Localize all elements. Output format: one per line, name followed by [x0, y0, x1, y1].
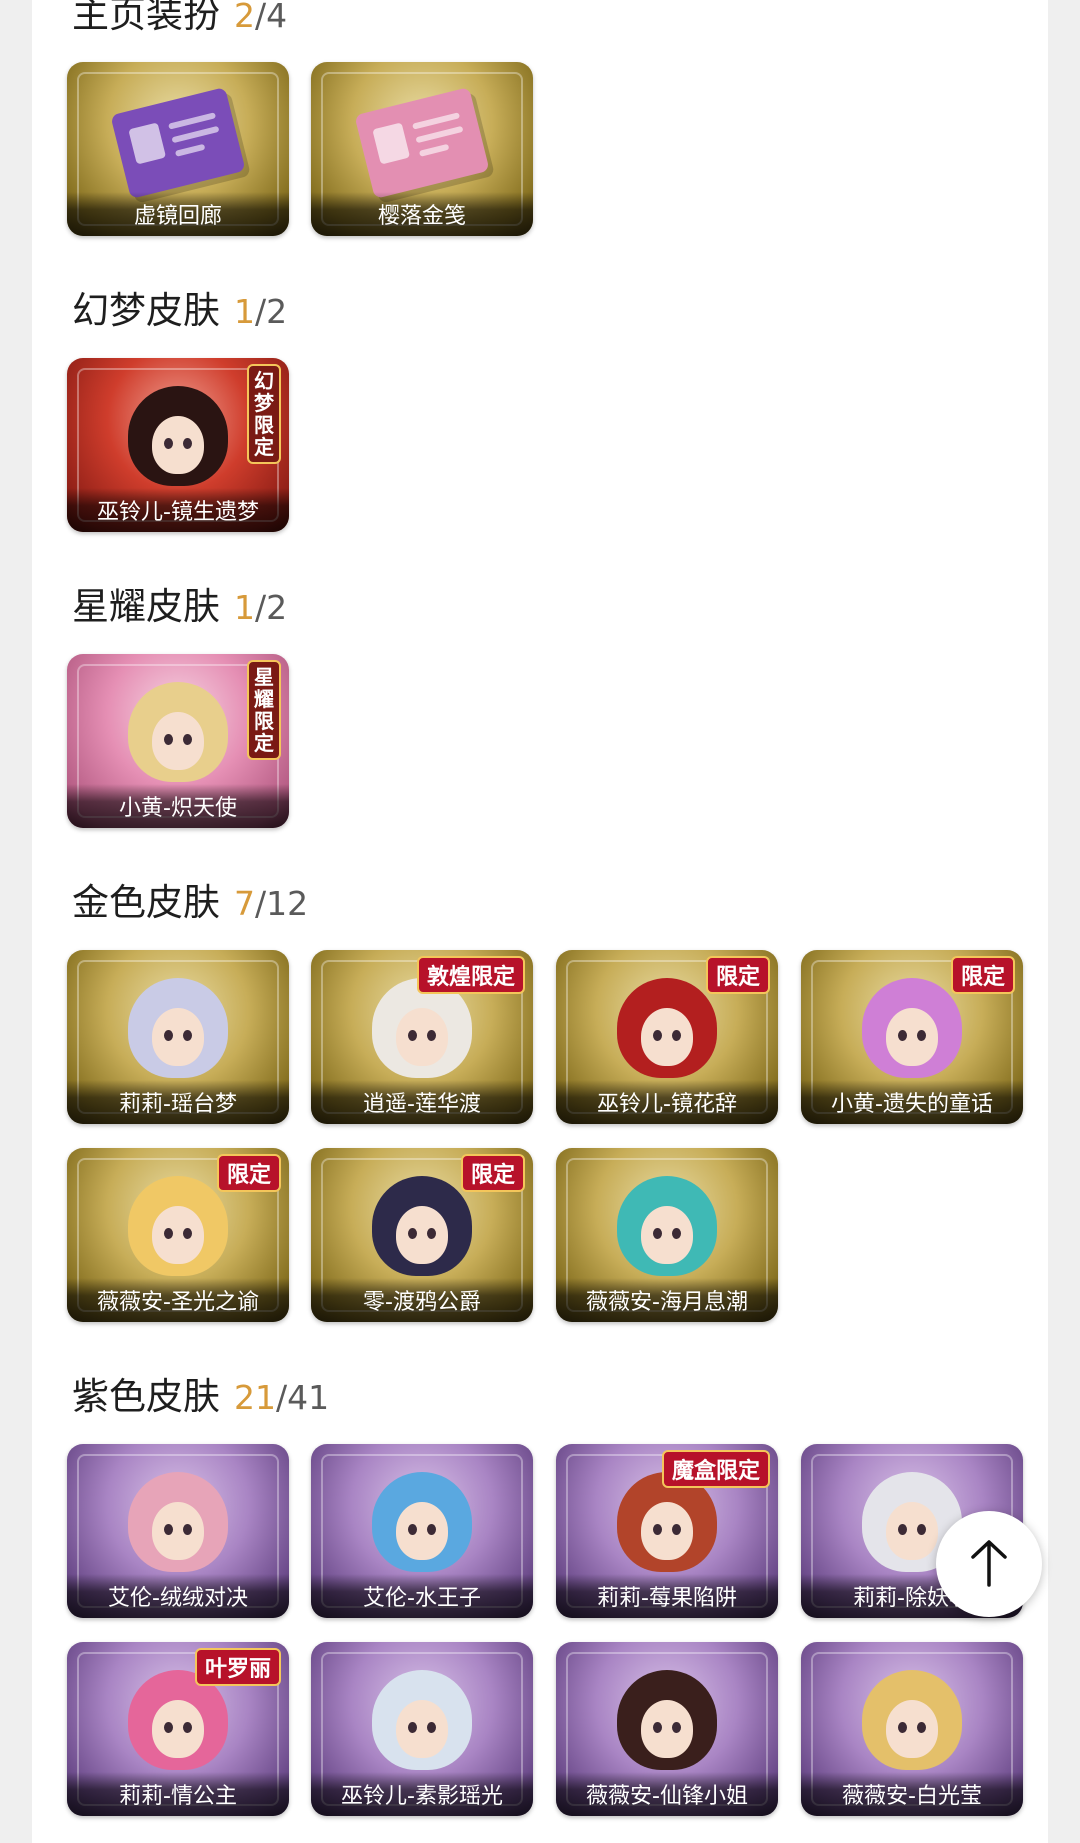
- section-title: 金色皮肤 7/12: [72, 880, 308, 926]
- count-separator: /: [276, 1378, 288, 1417]
- back-to-top-button[interactable]: [936, 1511, 1042, 1617]
- skin-name-label: 莉莉-莓果陷阱: [556, 1574, 778, 1618]
- section-title-text: 星耀皮肤: [72, 585, 220, 628]
- section-title: 紫色皮肤 21/41: [72, 1374, 329, 1420]
- count-separator: /: [255, 292, 267, 331]
- skin-name-label: 薇薇安-圣光之谕: [67, 1278, 289, 1322]
- skin-card[interactable]: 星耀限定小黄-炽天使: [67, 654, 289, 828]
- owned-count: 1: [234, 292, 255, 331]
- count-separator: /: [255, 588, 267, 627]
- limited-badge: 限定: [705, 956, 770, 994]
- count-separator: /: [255, 0, 267, 35]
- skin-name-label: 薇薇安-海月息潮: [556, 1278, 778, 1322]
- skin-name-label: 艾伦-绒绒对决: [67, 1574, 289, 1618]
- count-separator: /: [255, 884, 267, 923]
- skin-name-label: 巫铃儿-镜生遗梦: [67, 488, 289, 532]
- skin-card[interactable]: 魔盒限定莉莉-莓果陷阱: [556, 1444, 778, 1618]
- character-portrait: [862, 1670, 962, 1780]
- limited-badge: 魔盒限定: [661, 1450, 770, 1488]
- skin-name-label: 巫铃儿-镜花辞: [556, 1080, 778, 1124]
- skin-name-label: 小黄-炽天使: [67, 784, 289, 828]
- character-portrait: [128, 386, 228, 496]
- skin-name-label: 艾伦-水王子: [311, 1574, 533, 1618]
- character-portrait: [372, 1176, 472, 1286]
- skin-card[interactable]: 艾伦-水王子: [311, 1444, 533, 1618]
- total-count: 4: [266, 0, 288, 35]
- section-title: 幻梦皮肤 1/2: [72, 288, 287, 334]
- skin-card[interactable]: 薇薇安-仙锋小姐: [556, 1642, 778, 1816]
- owned-count: 1: [234, 588, 255, 627]
- section-title: 星耀皮肤 1/2: [72, 584, 287, 630]
- arrow-up-icon: [971, 1540, 1007, 1587]
- skin-name-label: 零-渡鸦公爵: [311, 1278, 533, 1322]
- character-portrait: [617, 1472, 717, 1582]
- limited-badge: 敦煌限定: [416, 956, 525, 994]
- owned-count: 7: [234, 884, 255, 923]
- skin-card[interactable]: 幻梦限定巫铃儿-镜生遗梦: [67, 358, 289, 532]
- limited-badge: 幻梦限定: [247, 364, 281, 464]
- character-portrait: [372, 1670, 472, 1780]
- character-portrait: [617, 1670, 717, 1780]
- total-count: 41: [287, 1378, 330, 1417]
- limited-badge: 星耀限定: [247, 660, 281, 760]
- total-count: 2: [266, 588, 288, 627]
- skin-card[interactable]: 薇薇安-白光莹: [801, 1642, 1023, 1816]
- total-count: 12: [266, 884, 309, 923]
- skin-name-label: 莉莉-情公主: [67, 1772, 289, 1816]
- skin-name-label: 巫铃儿-素影瑶光: [311, 1772, 533, 1816]
- skin-card[interactable]: 虚镜回廊: [67, 62, 289, 236]
- skin-card[interactable]: 莉莉-瑶台梦: [67, 950, 289, 1124]
- skin-name-label: 薇薇安-仙锋小姐: [556, 1772, 778, 1816]
- skin-card[interactable]: 艾伦-绒绒对决: [67, 1444, 289, 1618]
- limited-badge: 限定: [216, 1154, 281, 1192]
- owned-count: 2: [234, 0, 255, 35]
- section-title: 主页装扮 2/4: [72, 0, 287, 38]
- total-count: 2: [266, 292, 288, 331]
- skin-name-label: 薇薇安-白光莹: [801, 1772, 1023, 1816]
- character-portrait: [128, 1670, 228, 1780]
- character-portrait: [128, 1176, 228, 1286]
- section-title-text: 主页装扮: [72, 0, 220, 36]
- character-portrait: [617, 1176, 717, 1286]
- character-portrait: [862, 978, 962, 1088]
- character-portrait: [128, 978, 228, 1088]
- limited-badge: 限定: [460, 1154, 525, 1192]
- skin-name-label: 逍遥-莲华渡: [311, 1080, 533, 1124]
- skin-name-label: 小黄-遗失的童话: [801, 1080, 1023, 1124]
- limited-badge: 限定: [950, 956, 1015, 994]
- section-title-text: 幻梦皮肤: [72, 289, 220, 332]
- skin-card[interactable]: 限定零-渡鸦公爵: [311, 1148, 533, 1322]
- skin-card[interactable]: 樱落金笺: [311, 62, 533, 236]
- character-portrait: [372, 1472, 472, 1582]
- skin-card[interactable]: 限定巫铃儿-镜花辞: [556, 950, 778, 1124]
- skin-card[interactable]: 限定薇薇安-圣光之谕: [67, 1148, 289, 1322]
- skin-card[interactable]: 限定小黄-遗失的童话: [801, 950, 1023, 1124]
- character-portrait: [617, 978, 717, 1088]
- skin-card[interactable]: 敦煌限定逍遥-莲华渡: [311, 950, 533, 1124]
- skin-card[interactable]: 巫铃儿-素影瑶光: [311, 1642, 533, 1816]
- character-portrait: [372, 978, 472, 1088]
- limited-badge: 叶罗丽: [194, 1648, 281, 1686]
- skin-name-label: 樱落金笺: [311, 192, 533, 236]
- skin-card[interactable]: 薇薇安-海月息潮: [556, 1148, 778, 1322]
- skin-collection-panel: 主页装扮 2/4 虚镜回廊 樱落金笺 幻梦皮肤 1/2 幻梦限定 巫铃儿-镜生遗梦 星耀皮肤 1/…: [32, 0, 1048, 1843]
- section-title-text: 紫色皮肤: [72, 1375, 220, 1418]
- section-title-text: 金色皮肤: [72, 881, 220, 924]
- owned-count: 21: [234, 1378, 276, 1417]
- character-portrait: [128, 1472, 228, 1582]
- skin-name-label: 虚镜回廊: [67, 192, 289, 236]
- skin-card[interactable]: 叶罗丽莉莉-情公主: [67, 1642, 289, 1816]
- skin-name-label: 莉莉-瑶台梦: [67, 1080, 289, 1124]
- character-portrait: [128, 682, 228, 792]
